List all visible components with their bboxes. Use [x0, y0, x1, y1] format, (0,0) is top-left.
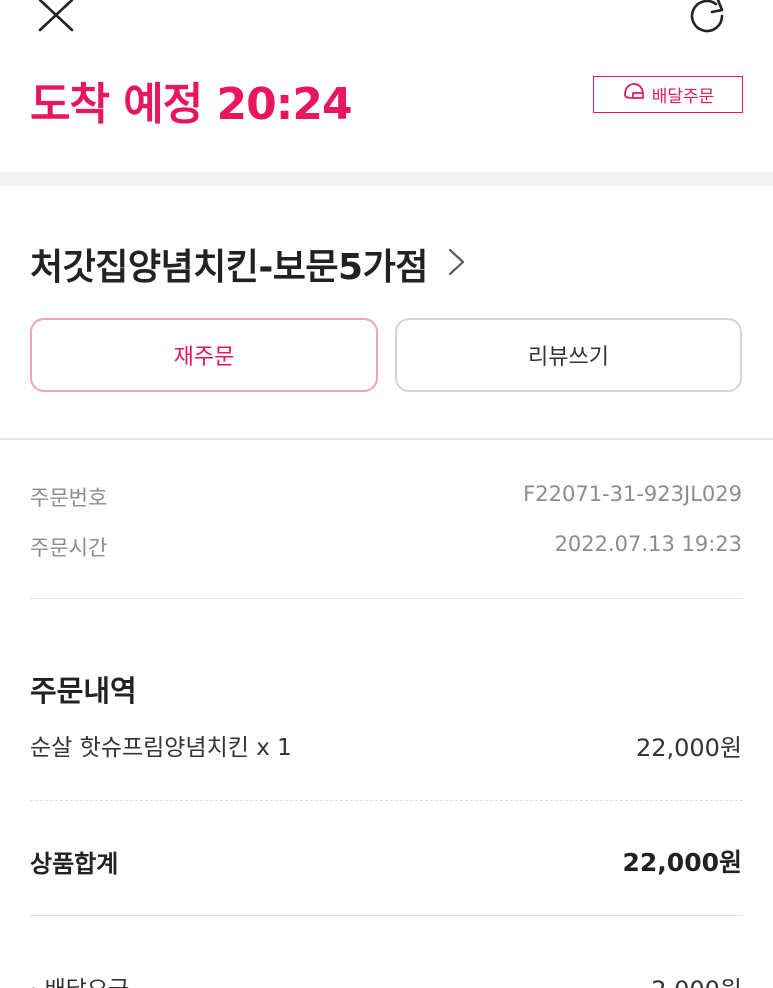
- chevron-right-icon: [446, 247, 468, 281]
- section-divider: [0, 172, 773, 186]
- order-detail-screen: 도착 예정 20:24 배달주문 처갓집양념치킨-보문5가점 재주문 리뷰쓰기 …: [0, 0, 773, 988]
- write-review-button[interactable]: 리뷰쓰기: [395, 318, 742, 392]
- order-number-label: 주문번호: [30, 486, 108, 510]
- divider: [30, 598, 743, 599]
- order-time-value: 2022.07.13 19:23: [554, 532, 742, 556]
- delivery-fee-label: · 배달요금: [30, 970, 129, 988]
- helmet-icon: [622, 80, 646, 109]
- refresh-icon[interactable]: [686, 0, 730, 36]
- divider: [30, 915, 743, 916]
- arrival-eta: 도착 예정 20:24: [30, 79, 353, 130]
- order-time-label: 주문시간: [30, 536, 108, 560]
- divider: [0, 438, 773, 440]
- order-type-label: 배달주문: [651, 87, 715, 107]
- close-icon[interactable]: [36, 0, 76, 34]
- delivery-fee-value: 2,000원: [651, 970, 742, 988]
- order-details-title: 주문내역: [30, 674, 137, 708]
- store-link[interactable]: 처갓집양념치킨-보문5가점: [30, 238, 468, 290]
- dotted-divider: [30, 800, 743, 801]
- order-item-name: 순살 핫슈프림양념치킨 x 1: [30, 735, 292, 761]
- subtotal-value: 22,000원: [622, 848, 742, 877]
- order-type-badge: 배달주문: [593, 76, 743, 113]
- store-name: 처갓집양념치킨-보문5가점: [30, 247, 428, 288]
- reorder-button[interactable]: 재주문: [30, 318, 378, 392]
- order-number-value: F22071-31-923JL029: [523, 482, 742, 506]
- subtotal-label: 상품합계: [30, 850, 119, 878]
- order-item-price: 22,000원: [635, 734, 742, 762]
